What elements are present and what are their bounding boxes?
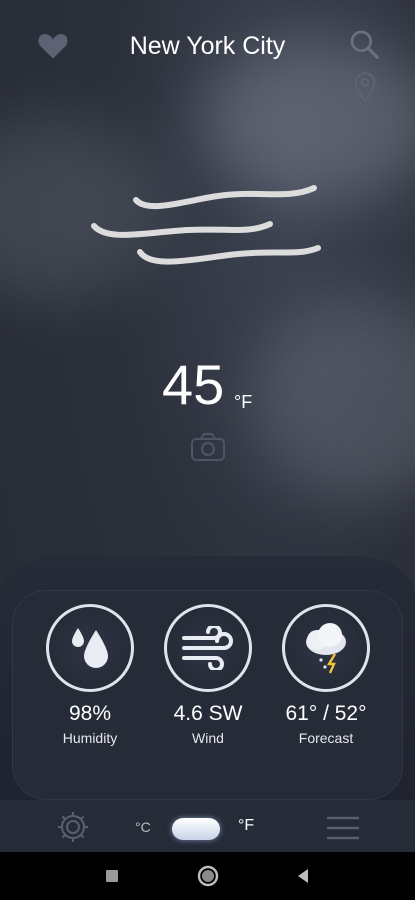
menu-icon[interactable] — [326, 814, 360, 842]
wind-label: Wind — [192, 730, 224, 746]
humidity-value: 98% — [68, 702, 112, 725]
unit-toggle[interactable] — [172, 818, 220, 840]
camera-icon[interactable] — [190, 432, 226, 462]
header: New York City — [0, 0, 415, 102]
fahrenheit-label[interactable]: °F — [238, 817, 254, 835]
cloud-texture — [250, 300, 415, 500]
water-drop-icon — [72, 628, 108, 668]
forecast-value: 61° / 52° — [285, 702, 367, 725]
home-icon[interactable] — [196, 864, 220, 888]
humidity-ring — [46, 604, 134, 692]
wind-icon — [182, 626, 233, 670]
forecast-stat[interactable]: 61° / 52° Forecast — [276, 604, 376, 746]
windy-icon — [91, 185, 321, 265]
temperature-unit: °F — [234, 392, 253, 412]
search-icon[interactable] — [348, 28, 380, 60]
back-icon[interactable] — [294, 864, 312, 888]
location-pin-icon[interactable] — [352, 72, 378, 102]
wind-stat[interactable]: 4.6 SW Wind — [158, 604, 258, 746]
humidity-stat[interactable]: 98% Humidity — [40, 604, 140, 746]
gear-icon[interactable] — [56, 810, 90, 844]
wind-value: 4.6 SW — [173, 702, 243, 725]
temperature-value: 45 — [162, 353, 225, 416]
forecast-label: Forecast — [298, 730, 354, 746]
celsius-label[interactable]: °C — [135, 819, 151, 835]
recent-apps-icon[interactable] — [104, 864, 120, 888]
forecast-ring — [282, 604, 370, 692]
thunderstorm-icon — [306, 623, 346, 674]
humidity-label: Humidity — [62, 730, 118, 746]
wind-ring — [164, 604, 252, 692]
